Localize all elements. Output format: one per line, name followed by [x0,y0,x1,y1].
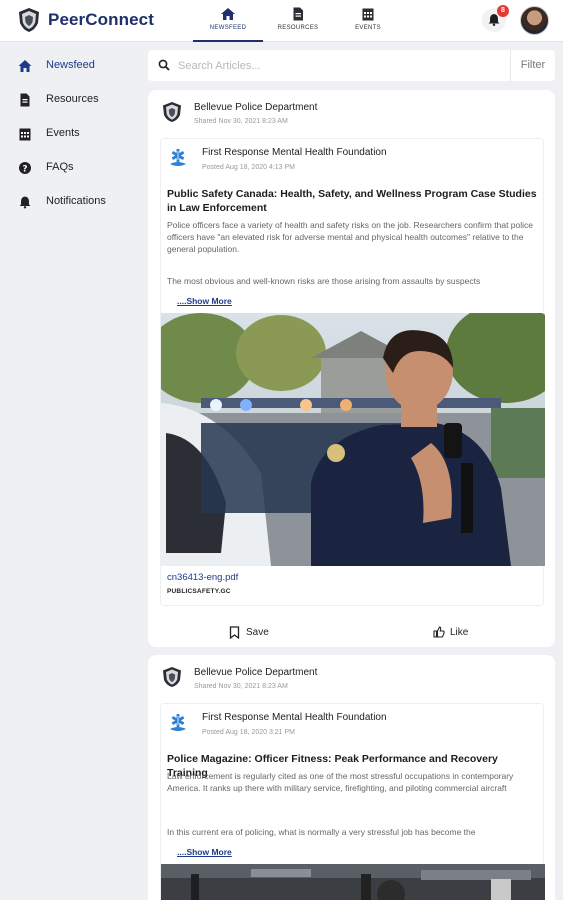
tab-newsfeed[interactable]: NEWSFEED [193,0,263,42]
sidebar-item-label: Newsfeed [46,59,95,71]
post-card: Bellevue Police Department Shared Nov 30… [148,655,555,900]
question-icon: ? [19,162,31,175]
attachment-source: PUBLICSAFETY.GC [167,588,231,595]
article-excerpt: Police officers face a variety of health… [167,220,533,254]
sidebar-item-label: Notifications [46,195,106,207]
bookmark-icon [229,626,240,639]
post-author[interactable]: Bellevue Police Department [194,102,317,113]
document-icon [20,93,30,107]
post-shared-date: Shared Nov 30, 2021 8:23 AM [194,683,288,690]
sidebar-item-notifications[interactable]: Notifications [0,189,140,215]
show-more-link[interactable]: ....Show More [177,296,232,306]
sidebar-item-label: Resources [46,93,99,105]
post-card: Bellevue Police Department Shared Nov 30… [148,90,555,647]
article-posted-date: Posted Aug 18, 2020 3:21 PM [202,729,296,736]
search-bar: Filter [148,50,555,81]
sidebar-item-newsfeed[interactable]: Newsfeed [0,53,140,79]
article-excerpt: Law enforcement is regularly cited as on… [167,771,514,793]
sidebar-item-label: Events [46,127,80,139]
article-title: Public Safety Canada: Health, Safety, an… [167,188,537,214]
search-icon [158,59,170,71]
police-badge-icon [163,667,181,687]
article-posted-date: Posted Aug 18, 2020 4:13 PM [202,164,296,171]
calendar-icon [19,128,31,141]
sidebar-item-faqs[interactable]: ? FAQs [0,155,140,181]
article-photo-gym [161,864,545,900]
star-of-life-icon [170,714,186,731]
avatar[interactable] [520,6,549,35]
article-excerpt-continued: In this current era of policing, what is… [167,827,476,837]
svg-text:?: ? [22,165,27,175]
show-more-link[interactable]: ....Show More [177,847,232,857]
star-of-life-icon [170,149,186,166]
filter-button[interactable]: Filter [510,50,555,81]
sidebar: Newsfeed Resources Events ? FAQs Notific… [0,42,140,900]
notification-count-badge: 8 [497,5,509,17]
tab-label: RESOURCES [277,25,319,31]
tab-label: NEWSFEED [209,25,247,31]
shared-article[interactable]: First Response Mental Health Foundation … [160,138,545,606]
police-badge-icon [163,102,181,122]
search-input[interactable] [178,57,498,74]
shared-article[interactable]: First Response Mental Health Foundation … [160,703,545,900]
home-icon [221,8,235,20]
calendar-icon [362,8,374,21]
save-label: Save [246,627,269,638]
home-icon [18,60,32,72]
attachment-link[interactable]: cn36413-eng.pdf [167,572,238,583]
bell-icon [19,196,31,209]
like-label: Like [450,627,469,638]
save-button[interactable]: Save [229,624,289,644]
like-button[interactable]: Like [433,624,493,644]
post-shared-date: Shared Nov 30, 2021 8:23 AM [194,118,288,125]
article-photo-officer [161,313,545,566]
sidebar-item-label: FAQs [46,161,74,173]
sidebar-item-resources[interactable]: Resources [0,87,140,113]
org-name: First Response Mental Health Foundation [202,712,387,723]
tab-label: EVENTS [355,25,381,31]
top-bar: PeerConnect NEWSFEED RESOURCES EVENTS 8 [0,0,563,42]
org-name: First Response Mental Health Foundation [202,147,387,158]
police-badge-logo[interactable] [17,7,41,33]
app-title: PeerConnect [48,10,154,29]
post-author[interactable]: Bellevue Police Department [194,667,317,678]
document-icon [293,7,303,21]
article-excerpt-continued: The most obvious and well-known risks ar… [167,276,481,286]
sidebar-item-events[interactable]: Events [0,121,140,147]
tab-events[interactable]: EVENTS [333,0,403,42]
thumbs-up-icon [433,626,445,638]
tab-resources[interactable]: RESOURCES [263,0,333,42]
